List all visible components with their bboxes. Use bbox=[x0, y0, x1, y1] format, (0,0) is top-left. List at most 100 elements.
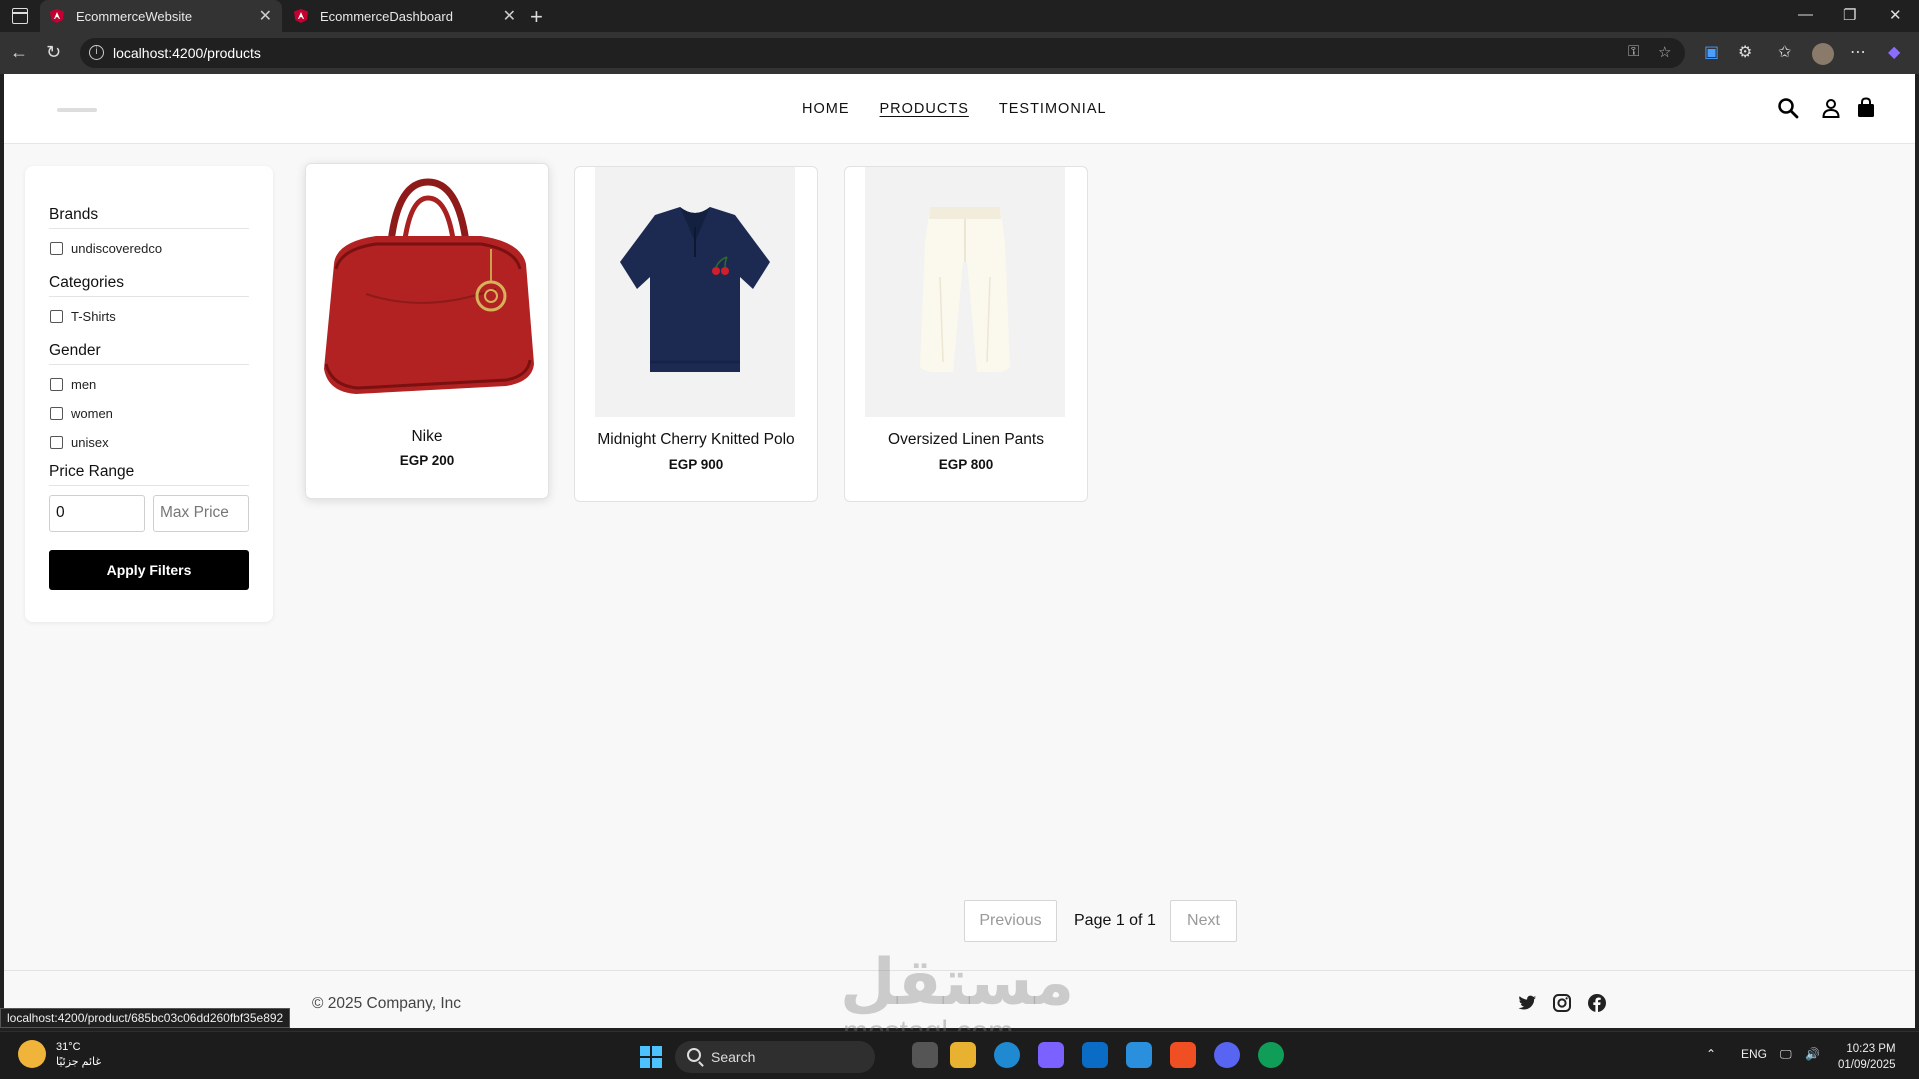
gender-label: women bbox=[71, 405, 113, 421]
apply-filters-button[interactable]: Apply Filters bbox=[49, 550, 249, 590]
angular-favicon-icon bbox=[294, 9, 308, 23]
site-header: HOME PRODUCTS TESTIMONIAL bbox=[4, 74, 1915, 144]
product-name[interactable]: Oversized Linen Pants bbox=[845, 431, 1087, 449]
address-bar[interactable]: i localhost:4200/products ⚿ ☆ bbox=[80, 38, 1685, 68]
instagram-icon[interactable] bbox=[1552, 993, 1572, 1013]
status-bar-url: localhost:4200/product/685bc03c06dd260fb… bbox=[0, 1008, 291, 1028]
weather-partly-cloudy-icon bbox=[18, 1040, 46, 1068]
taskbar-search-label: Search bbox=[711, 1049, 756, 1065]
browser-toolbar: ← ↻ i localhost:4200/products ⚿ ☆ ▣ ⚙ ✩ … bbox=[0, 32, 1919, 74]
product-card[interactable]: Nike EGP 200 bbox=[305, 163, 549, 499]
new-tab-button[interactable]: + bbox=[530, 4, 543, 30]
close-tab-icon[interactable]: ✕ bbox=[503, 6, 516, 26]
product-image-white-pants[interactable] bbox=[865, 167, 1065, 417]
show-hidden-icons-icon[interactable]: ⌃ bbox=[1706, 1047, 1716, 1061]
taskbar-search[interactable]: Search bbox=[675, 1041, 875, 1073]
edge-icon[interactable] bbox=[994, 1042, 1020, 1068]
categories-heading: Categories bbox=[49, 274, 249, 297]
copilot-icon[interactable]: ◆ bbox=[1888, 42, 1900, 62]
gender-checkbox[interactable] bbox=[50, 377, 63, 391]
split-screen-icon[interactable]: ▣ bbox=[1704, 42, 1719, 62]
price-range-heading: Price Range bbox=[49, 463, 249, 486]
outlook-icon[interactable] bbox=[1082, 1042, 1108, 1068]
url-text: localhost:4200/products bbox=[113, 45, 261, 61]
category-checkbox[interactable] bbox=[50, 309, 63, 323]
twitter-icon[interactable] bbox=[1517, 993, 1537, 1013]
language-indicator[interactable]: ENG bbox=[1741, 1047, 1767, 1061]
nav-products[interactable]: PRODUCTS bbox=[880, 101, 969, 117]
product-card[interactable]: Midnight Cherry Knitted Polo EGP 900 bbox=[574, 166, 818, 502]
filter-sidebar: Brands undiscoveredco Categories T-Shirt… bbox=[25, 166, 273, 622]
gender-label: men bbox=[71, 376, 97, 392]
network-icon[interactable]: 🖵 bbox=[1780, 1047, 1792, 1062]
brand-checkbox[interactable] bbox=[50, 241, 63, 255]
taskbar-clock[interactable]: 10:23 PM 01/09/2025 bbox=[1838, 1041, 1896, 1073]
minimize-icon[interactable]: — bbox=[1798, 6, 1813, 23]
discord-icon[interactable] bbox=[1214, 1042, 1240, 1068]
gender-option-women[interactable]: women bbox=[49, 403, 249, 423]
mongodb-compass-icon[interactable] bbox=[1258, 1042, 1284, 1068]
more-menu-icon[interactable]: ⋯ bbox=[1850, 42, 1866, 62]
favorite-star-icon[interactable]: ☆ bbox=[1658, 43, 1671, 61]
password-key-icon[interactable]: ⚿ bbox=[1628, 43, 1639, 60]
profile-avatar[interactable] bbox=[1812, 43, 1834, 65]
weather-widget[interactable]: 31°C غائم جزئيًا bbox=[18, 1040, 101, 1070]
restore-icon[interactable]: ❐ bbox=[1843, 6, 1856, 24]
product-card[interactable]: Oversized Linen Pants EGP 800 bbox=[844, 166, 1088, 502]
copilot-app-icon[interactable] bbox=[1038, 1042, 1064, 1068]
previous-page-button[interactable]: Previous bbox=[964, 900, 1057, 942]
tab-title: EcommerceWebsite bbox=[76, 8, 193, 24]
volume-icon[interactable]: 🔊 bbox=[1805, 1047, 1820, 1061]
product-image-navy-polo[interactable] bbox=[595, 167, 795, 417]
browser-titlebar: EcommerceWebsite ✕ EcommerceDashboard ✕ … bbox=[0, 0, 1919, 32]
gender-heading: Gender bbox=[49, 342, 249, 365]
max-price-input[interactable]: Max Price bbox=[153, 495, 249, 532]
extensions-icon[interactable]: ⚙ bbox=[1738, 42, 1752, 62]
close-tab-icon[interactable]: ✕ bbox=[259, 6, 272, 26]
windows-start-icon[interactable] bbox=[640, 1046, 662, 1068]
gender-option-unisex[interactable]: unisex bbox=[49, 432, 249, 452]
watermark-logo: مستقل bbox=[840, 946, 1075, 1018]
file-explorer-icon[interactable] bbox=[950, 1042, 976, 1068]
gender-checkbox[interactable] bbox=[50, 406, 63, 420]
gender-option-men[interactable]: men bbox=[49, 374, 249, 394]
back-icon[interactable]: ← bbox=[10, 42, 28, 63]
task-view-icon[interactable] bbox=[912, 1042, 938, 1068]
main-nav: HOME PRODUCTS TESTIMONIAL bbox=[802, 101, 1107, 117]
gender-checkbox[interactable] bbox=[50, 435, 63, 449]
shopping-bag-icon[interactable] bbox=[1856, 97, 1878, 119]
product-name[interactable]: Nike bbox=[306, 428, 548, 446]
price-range-inputs: 0 Max Price bbox=[49, 495, 249, 532]
min-price-input[interactable]: 0 bbox=[49, 495, 145, 532]
copyright-text: © 2025 Company, Inc bbox=[312, 995, 461, 1012]
page-indicator: Page 1 of 1 bbox=[1074, 912, 1156, 929]
angular-favicon-icon bbox=[50, 9, 64, 23]
brands-heading: Brands bbox=[49, 206, 249, 229]
next-page-button[interactable]: Next bbox=[1170, 900, 1237, 942]
favorites-icon[interactable]: ✩ bbox=[1778, 42, 1791, 62]
tab-ecommerce-website[interactable]: EcommerceWebsite ✕ bbox=[40, 0, 282, 32]
brand-option-undiscoveredco[interactable]: undiscoveredco bbox=[49, 238, 249, 258]
site-logo[interactable] bbox=[57, 108, 97, 112]
site-info-icon[interactable]: i bbox=[89, 45, 104, 60]
weather-temp: 31°C bbox=[56, 1041, 81, 1053]
close-window-icon[interactable]: ✕ bbox=[1889, 6, 1902, 24]
facebook-icon[interactable] bbox=[1587, 993, 1607, 1013]
brand-label: undiscoveredco bbox=[71, 240, 163, 256]
product-price: EGP 200 bbox=[399, 453, 455, 468]
category-option-tshirts[interactable]: T-Shirts bbox=[49, 306, 249, 326]
reload-icon[interactable]: ↻ bbox=[46, 42, 61, 63]
tab-actions-icon[interactable] bbox=[12, 8, 28, 24]
product-image-red-handbag[interactable] bbox=[306, 164, 548, 414]
vscode-icon[interactable] bbox=[1126, 1042, 1152, 1068]
brave-icon[interactable] bbox=[1170, 1042, 1196, 1068]
tab-ecommerce-dashboard[interactable]: EcommerceDashboard ✕ bbox=[284, 0, 526, 32]
nav-home[interactable]: HOME bbox=[802, 101, 850, 117]
web-page: HOME PRODUCTS TESTIMONIAL Brands undisco… bbox=[4, 74, 1915, 1028]
user-icon[interactable] bbox=[1820, 97, 1842, 119]
search-icon[interactable] bbox=[1777, 97, 1799, 119]
gender-label: unisex bbox=[71, 434, 109, 450]
tab-title: EcommerceDashboard bbox=[320, 8, 453, 24]
product-name[interactable]: Midnight Cherry Knitted Polo bbox=[575, 431, 817, 449]
nav-testimonial[interactable]: TESTIMONIAL bbox=[999, 101, 1107, 117]
